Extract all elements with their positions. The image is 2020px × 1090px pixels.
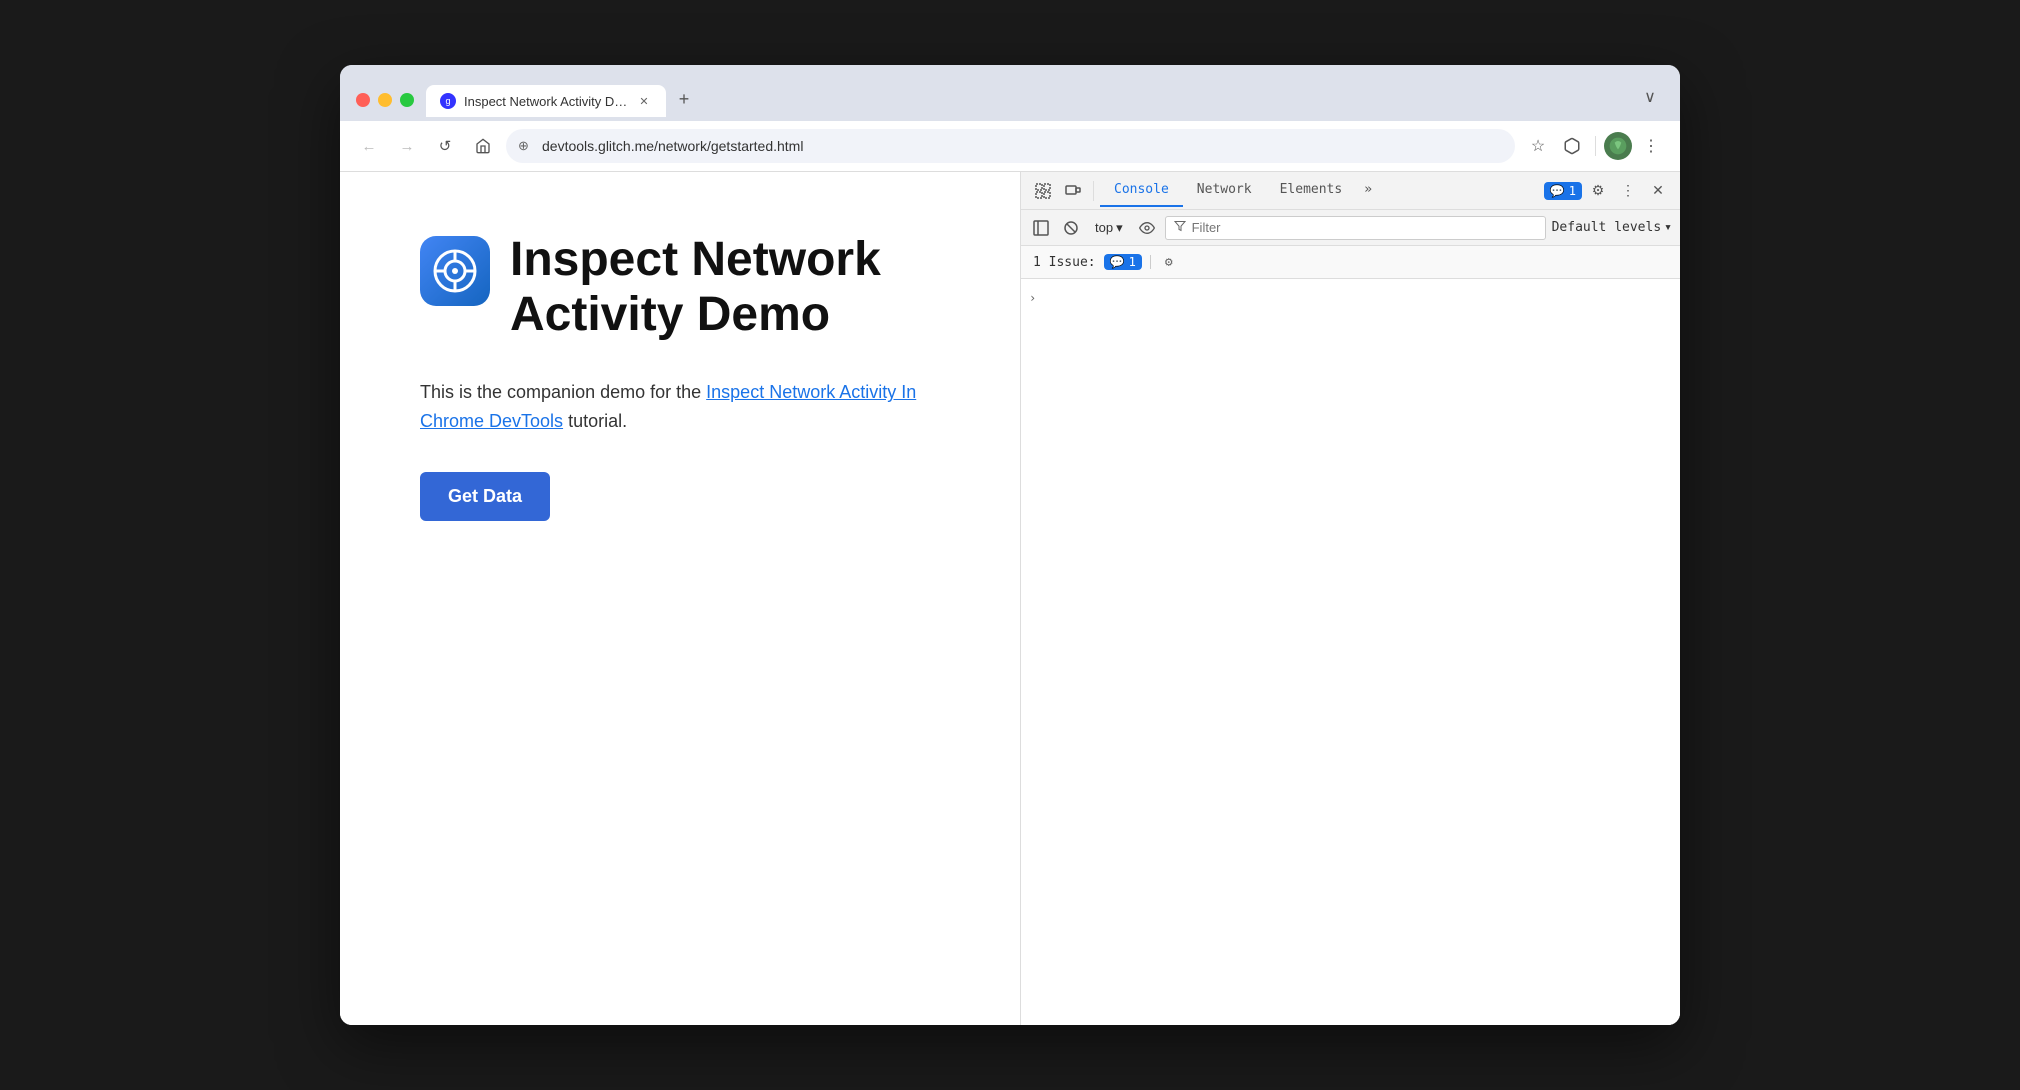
network-tab[interactable]: Network <box>1183 174 1266 207</box>
chrome-menu-button[interactable]: ⋮ <box>1636 131 1666 161</box>
back-button[interactable]: ← <box>354 131 384 161</box>
get-data-button[interactable]: Get Data <box>420 472 550 521</box>
new-tab-button[interactable]: + <box>670 85 698 113</box>
default-levels-selector[interactable]: Default levels ▾ <box>1552 220 1672 235</box>
nav-bar: ← → ↺ ⊕ devtools.glitch.me/network/getst… <box>340 121 1680 172</box>
window-controls <box>356 93 414 107</box>
forward-button[interactable]: → <box>392 131 422 161</box>
nav-right-buttons: ☆ ⋮ <box>1523 131 1666 161</box>
extensions-button[interactable] <box>1557 131 1587 161</box>
console-expand-chevron[interactable]: › <box>1029 291 1036 305</box>
browser-window: g Inspect Network Activity Dem ✕ + ∨ ← →… <box>340 65 1680 1025</box>
page-title: Inspect Network Activity Demo <box>510 232 940 342</box>
title-bar: g Inspect Network Activity Dem ✕ + ∨ <box>340 65 1680 121</box>
console-toolbar: top ▾ <box>1021 210 1680 246</box>
tab-favicon: g <box>440 93 456 109</box>
active-tab[interactable]: g Inspect Network Activity Dem ✕ <box>426 85 666 117</box>
issues-label: 1 Issue: <box>1033 255 1096 270</box>
bookmark-button[interactable]: ☆ <box>1523 131 1553 161</box>
devtools-right-icons: 💬 1 ⚙ ⋮ ✕ <box>1540 177 1672 205</box>
issues-badge-icon: 💬 <box>1550 184 1565 198</box>
home-button[interactable] <box>468 131 498 161</box>
chevron-down-icon: ▾ <box>1116 220 1123 236</box>
default-levels-chevron: ▾ <box>1664 220 1672 235</box>
elements-tab[interactable]: Elements <box>1266 174 1357 207</box>
issues-badge-chat-icon: 💬 <box>1110 255 1125 269</box>
description-suffix: tutorial. <box>563 411 627 431</box>
devtools-device-icon[interactable] <box>1059 177 1087 205</box>
tabs-area: g Inspect Network Activity Dem ✕ + ∨ <box>426 83 1664 117</box>
issues-badge-count: 1 <box>1569 184 1576 198</box>
tabs-overflow-button[interactable]: » <box>1356 174 1380 207</box>
devtools-separator-1 <box>1093 181 1094 201</box>
close-button[interactable] <box>356 93 370 107</box>
page-logo <box>420 236 490 306</box>
devtools-top-toolbar: Console Network Elements » 💬 1 <box>1021 172 1680 210</box>
reload-button[interactable]: ↺ <box>430 131 460 161</box>
console-body: › <box>1021 279 1680 1025</box>
user-avatar[interactable] <box>1604 132 1632 160</box>
issues-settings-button[interactable]: ⚙ <box>1159 252 1179 272</box>
devtools-settings-button[interactable]: ⚙ <box>1584 177 1612 205</box>
minimize-button[interactable] <box>378 93 392 107</box>
devtools-tabs: Console Network Elements » <box>1100 174 1380 207</box>
page-description: This is the companion demo for the Inspe… <box>420 378 940 436</box>
issues-badge-number: 1 <box>1129 255 1136 269</box>
filter-input[interactable] <box>1192 220 1537 235</box>
devtools-panel: Console Network Elements » 💬 1 <box>1020 172 1680 1025</box>
issues-bar: 1 Issue: 💬 1 ⚙ <box>1021 246 1680 279</box>
description-prefix: This is the companion demo for the <box>420 382 706 402</box>
window-menu-button[interactable]: ∨ <box>1636 83 1664 111</box>
default-levels-label: Default levels <box>1552 220 1662 235</box>
issues-badge[interactable]: 💬 1 <box>1544 182 1582 200</box>
filter-icon <box>1174 220 1186 235</box>
content-area: Inspect Network Activity Demo This is th… <box>340 172 1680 1025</box>
context-selector[interactable]: top ▾ <box>1089 218 1129 238</box>
tab-title: Inspect Network Activity Dem <box>464 94 628 109</box>
devtools-more-button[interactable]: ⋮ <box>1614 177 1642 205</box>
devtools-close-button[interactable]: ✕ <box>1644 177 1672 205</box>
live-expressions-button[interactable] <box>1135 216 1159 240</box>
console-clear-button[interactable] <box>1059 216 1083 240</box>
context-label: top <box>1095 220 1113 235</box>
devtools-select-icon[interactable] <box>1029 177 1057 205</box>
nav-separator <box>1595 136 1596 156</box>
address-icon: ⊕ <box>518 138 529 154</box>
console-sidebar-button[interactable] <box>1029 216 1053 240</box>
address-bar[interactable]: ⊕ devtools.glitch.me/network/getstarted.… <box>506 129 1515 163</box>
console-tab[interactable]: Console <box>1100 174 1183 207</box>
issues-count-badge[interactable]: 💬 1 <box>1104 254 1142 270</box>
issues-separator <box>1150 255 1151 269</box>
page-header: Inspect Network Activity Demo <box>420 232 940 342</box>
webpage-content: Inspect Network Activity Demo This is th… <box>340 172 1020 1025</box>
filter-area[interactable] <box>1165 216 1546 240</box>
tab-close-button[interactable]: ✕ <box>636 93 652 109</box>
address-text: devtools.glitch.me/network/getstarted.ht… <box>542 138 803 154</box>
maximize-button[interactable] <box>400 93 414 107</box>
